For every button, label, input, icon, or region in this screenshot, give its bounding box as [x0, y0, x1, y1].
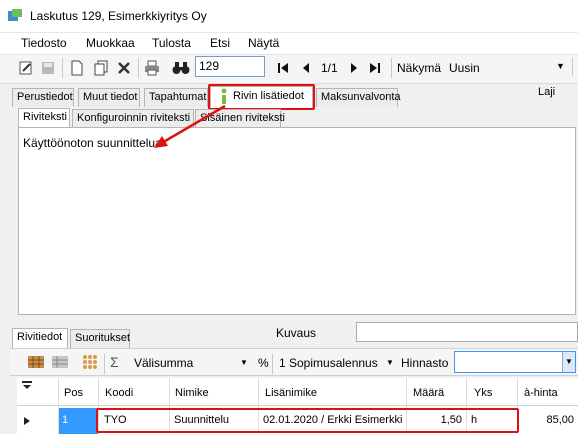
menu-view[interactable]: Näytä — [248, 36, 279, 50]
toolbar-separator — [104, 354, 105, 374]
highlight-box-row — [96, 408, 519, 433]
menu-edit[interactable]: Muokkaa — [86, 36, 135, 50]
grid-icon[interactable] — [80, 352, 100, 372]
tab-label: Muut tiedot — [83, 91, 138, 103]
record-number-field[interactable]: 129 — [195, 56, 265, 77]
tab-maksunvalvonta[interactable]: Maksunvalvonta — [316, 88, 401, 107]
chevron-down-icon[interactable]: ▼ — [240, 358, 248, 367]
page-indicator: 1/1 — [321, 61, 338, 75]
table-icon[interactable] — [50, 352, 70, 372]
edit-icon[interactable] — [16, 58, 36, 78]
sigma-icon[interactable]: Σ — [110, 354, 119, 370]
percent-label: % — [258, 356, 269, 370]
row-indicator-icon — [24, 417, 30, 425]
toolbar-separator — [138, 58, 139, 78]
toolbar-separator — [62, 58, 63, 78]
first-record-icon[interactable] — [273, 58, 293, 78]
kuvaus-label: Kuvaus — [276, 326, 317, 340]
kuvaus-input[interactable] — [356, 322, 578, 342]
save-icon[interactable] — [38, 58, 58, 78]
column-header-maara[interactable]: Määrä — [413, 387, 444, 399]
tab-label: Suoritukset — [75, 332, 131, 344]
print-icon[interactable] — [142, 58, 162, 78]
view-label: Näkymä — [397, 61, 442, 75]
view-select[interactable]: Uusin — [449, 61, 480, 75]
add-rows-icon[interactable] — [26, 352, 46, 372]
menu-file[interactable]: Tiedosto — [21, 36, 67, 50]
app-icon — [8, 9, 22, 21]
cell-pos[interactable]: 1 — [62, 414, 68, 426]
laji-label: Laji — [538, 86, 556, 98]
tab-muut-tiedot[interactable]: Muut tiedot — [78, 88, 140, 107]
column-chooser-icon[interactable] — [22, 380, 32, 390]
column-header-hinta[interactable]: à-hinta — [524, 387, 558, 399]
chevron-down-icon[interactable]: ▼ — [562, 352, 575, 372]
toolbar-separator — [272, 354, 273, 374]
binoculars-icon[interactable] — [171, 58, 191, 78]
tab-label: Perustiedot — [17, 91, 73, 103]
title-bar: Laskutus 129, Esimerkkiyritys Oy — [0, 0, 578, 32]
tab-label: Rivitiedot — [17, 331, 63, 343]
column-header-pos[interactable]: Pos — [64, 387, 83, 399]
discount-select[interactable]: 1 Sopimusalennus — [279, 356, 378, 370]
tab-label: Tapahtumat — [149, 91, 207, 103]
tab-perustiedot[interactable]: Perustiedot — [12, 88, 74, 107]
new-document-icon[interactable] — [67, 58, 87, 78]
cell-hinta[interactable]: 85,00 — [520, 414, 574, 426]
last-record-icon[interactable] — [365, 58, 385, 78]
row-text-area[interactable]: Käyttöönoton suunnittelua — [18, 127, 576, 315]
chevron-down-icon[interactable]: ▼ — [386, 358, 394, 367]
row-text-value: Käyttöönoton suunnittelua — [23, 136, 162, 150]
column-header-yks[interactable]: Yks — [474, 387, 492, 399]
column-header-nimike[interactable]: Nimike — [175, 387, 209, 399]
menu-search[interactable]: Etsi — [210, 36, 230, 50]
tab-riviteksti[interactable]: Riviteksti — [18, 108, 70, 127]
subtotal-select[interactable]: Välisumma — [134, 356, 193, 370]
price-list-select[interactable] — [454, 351, 576, 373]
previous-record-icon[interactable] — [296, 58, 316, 78]
delete-icon[interactable] — [114, 58, 134, 78]
window-title: Laskutus 129, Esimerkkiyritys Oy — [30, 9, 207, 23]
tab-label: Riviteksti — [23, 111, 68, 123]
copy-icon[interactable] — [91, 58, 111, 78]
toolbar-separator — [391, 58, 392, 78]
next-record-icon[interactable] — [344, 58, 364, 78]
chevron-down-icon[interactable]: ▼ — [556, 61, 565, 71]
column-header-koodi[interactable]: Koodi — [105, 387, 133, 399]
menu-print[interactable]: Tulosta — [152, 36, 191, 50]
tab-rivitiedot[interactable]: Rivitiedot — [12, 328, 68, 348]
column-header-lisanimike[interactable]: Lisänimike — [265, 387, 317, 399]
tab-label: Maksunvalvonta — [321, 91, 401, 103]
tab-suoritukset[interactable]: Suoritukset — [70, 329, 130, 348]
price-list-label: Hinnasto — [401, 356, 449, 370]
toolbar-overflow-icon[interactable] — [572, 58, 576, 76]
annotation-arrow — [154, 104, 226, 148]
